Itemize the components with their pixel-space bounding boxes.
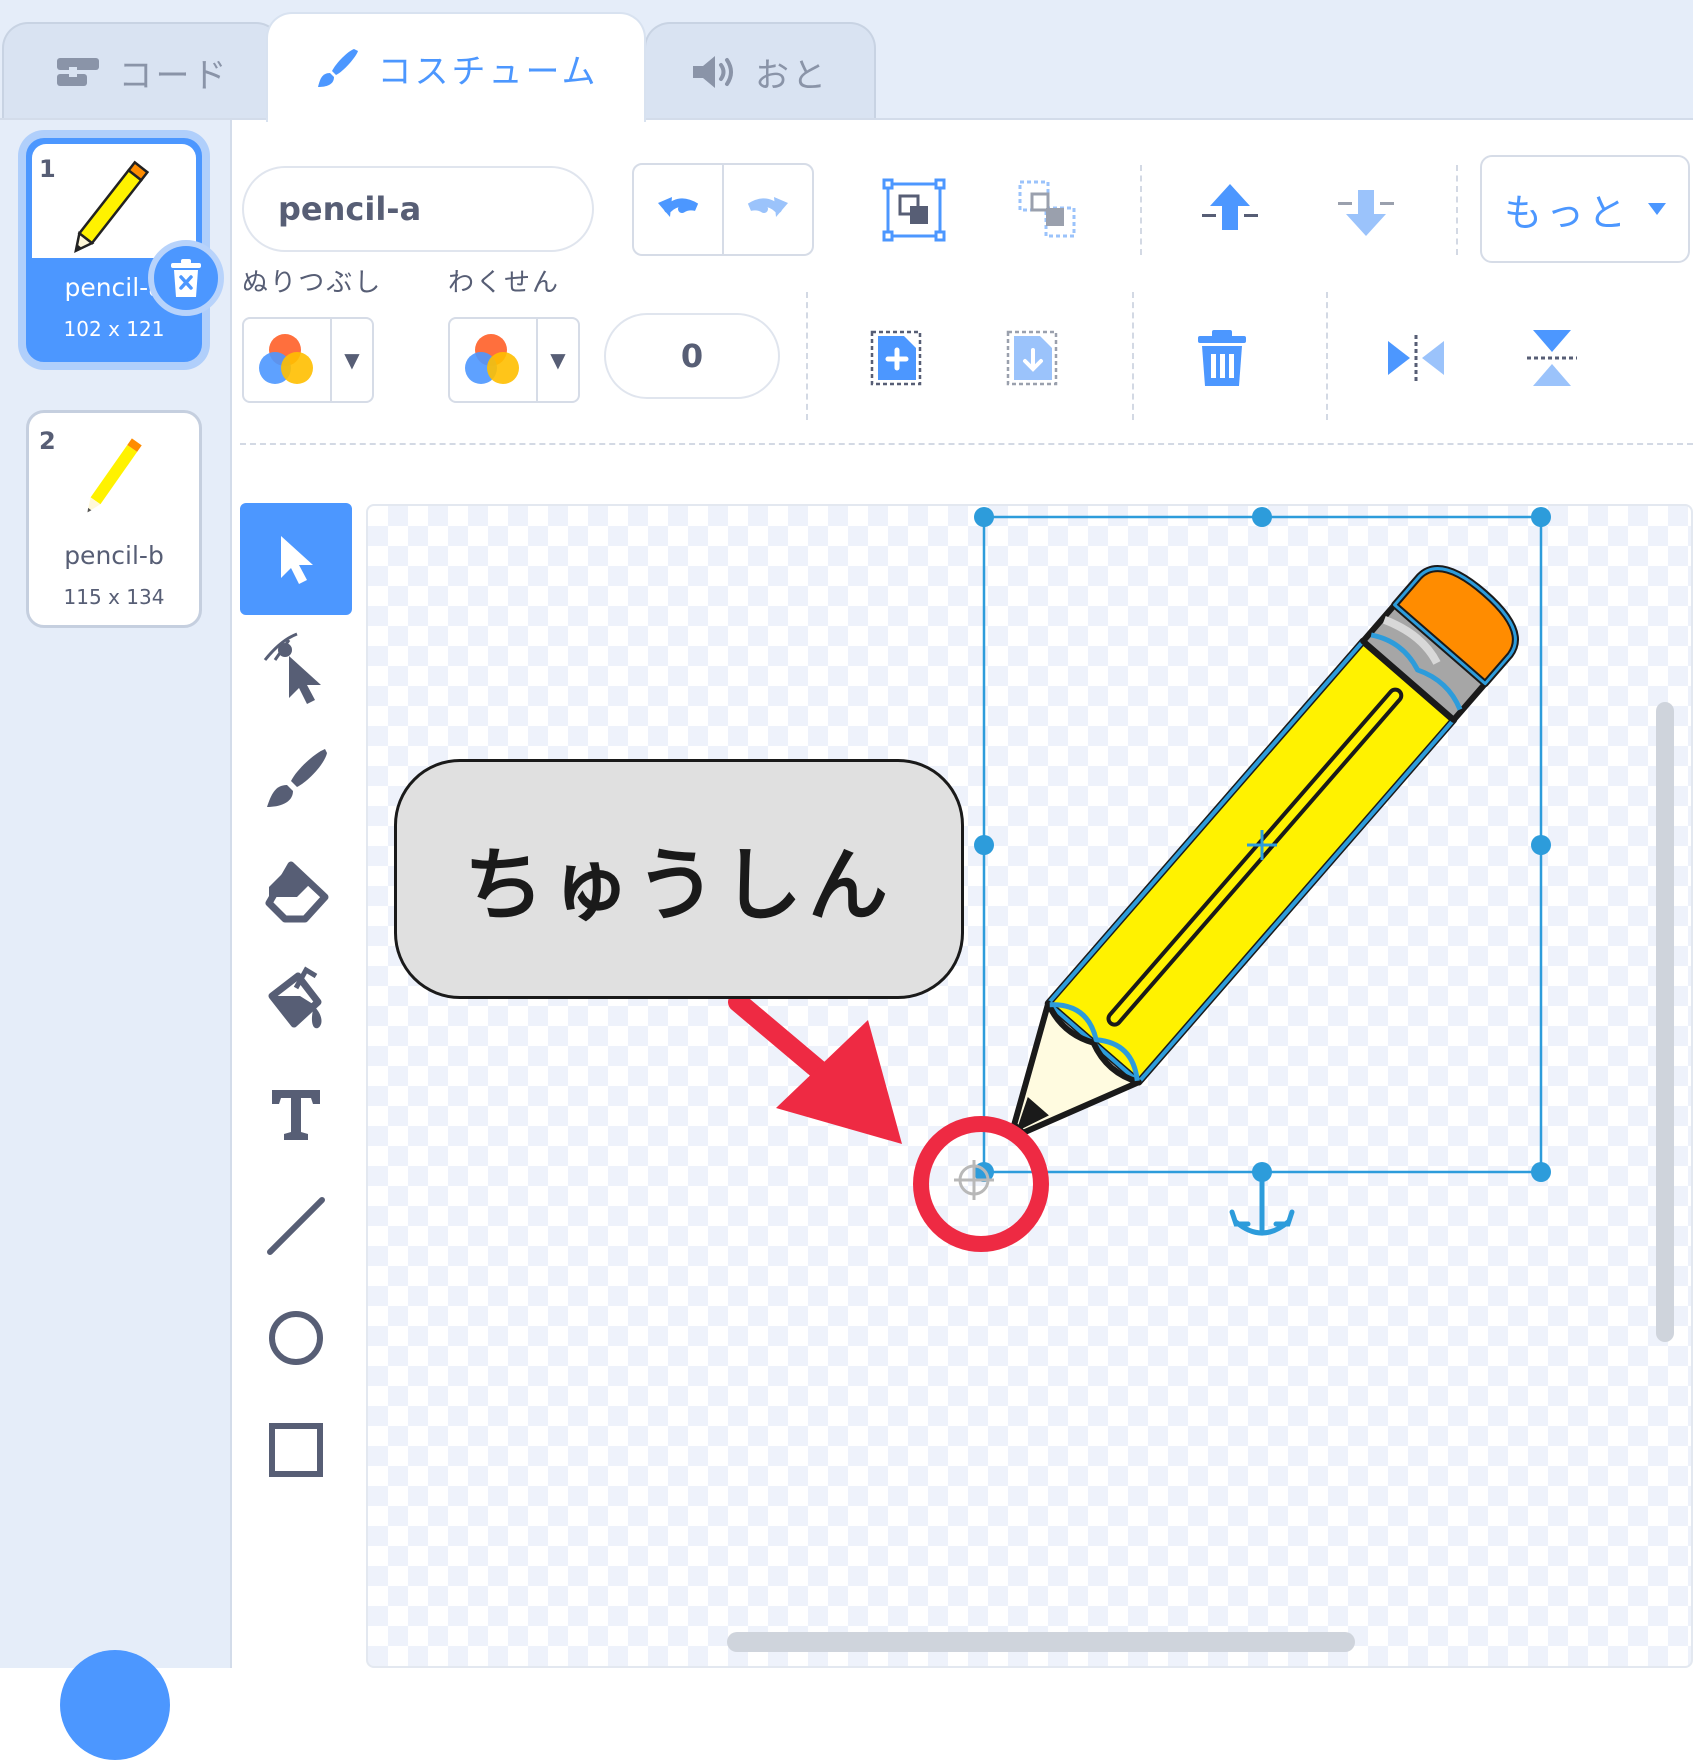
- costume-name-input[interactable]: pencil-a: [242, 166, 594, 252]
- toolbar-divider: [1140, 165, 1142, 255]
- text-icon: [272, 1090, 320, 1140]
- more-menu-button[interactable]: もっと: [1480, 155, 1690, 263]
- brush-icon: [267, 749, 327, 807]
- eraser-tool[interactable]: [240, 836, 352, 948]
- fill-icon: [268, 966, 322, 1029]
- trash-icon: [1198, 330, 1246, 386]
- drawing-canvas[interactable]: [366, 504, 1693, 1668]
- delete-button[interactable]: [1182, 318, 1262, 398]
- caret-down-icon: ▼: [550, 348, 566, 372]
- tab-code-label: コード: [118, 55, 230, 96]
- costume-size: 115 x 134: [63, 585, 165, 609]
- more-label: もっと: [1503, 190, 1630, 235]
- choose-costume-button[interactable]: [60, 1650, 170, 1760]
- flip-horizontal-button[interactable]: [1376, 318, 1456, 398]
- tab-code[interactable]: コード: [2, 22, 282, 120]
- undo-button[interactable]: [634, 165, 724, 254]
- tab-costume-label: コスチューム: [377, 51, 599, 92]
- outline-color-picker[interactable]: ▼: [448, 317, 580, 403]
- toolbar-divider: [806, 292, 808, 420]
- trash-icon: [171, 259, 201, 297]
- line-tool[interactable]: [240, 1170, 352, 1282]
- reshape-tool[interactable]: [240, 614, 352, 726]
- backward-button[interactable]: [1326, 170, 1406, 250]
- paste-icon: [1006, 330, 1058, 386]
- costume-name: pencil-b: [64, 541, 164, 570]
- fill-label: ぬりつぶし: [242, 268, 383, 298]
- horizontal-scrollbar[interactable]: [727, 1632, 1355, 1652]
- undo-icon: [658, 196, 699, 217]
- flip-horizontal-icon: [1388, 335, 1444, 381]
- text-tool[interactable]: [240, 1058, 352, 1170]
- costume-list: 1 pencil-a 102 x 121 2 pencil-b 115 x 13…: [0, 120, 232, 1760]
- circle-icon: [269, 1311, 323, 1365]
- circle-tool[interactable]: [240, 1282, 352, 1394]
- fill-color-picker[interactable]: ▼: [242, 317, 374, 403]
- toolbar-bottom-divider: [240, 443, 1693, 445]
- tab-sound-label: おと: [755, 55, 829, 96]
- toolbar-divider: [1456, 165, 1458, 255]
- eraser-icon: [265, 861, 329, 923]
- select-icon: [281, 536, 313, 584]
- arrow-down-icon: [1338, 190, 1394, 236]
- line-icon: [267, 1197, 325, 1255]
- undo-redo-group: [632, 163, 814, 256]
- tab-bar: コード コスチューム おと: [0, 0, 1693, 122]
- outline-width-input[interactable]: 0: [604, 313, 780, 399]
- costume-size: 102 x 121: [63, 317, 165, 341]
- group-button[interactable]: [874, 170, 954, 250]
- tab-costume[interactable]: コスチューム: [266, 12, 646, 122]
- copy-icon: [870, 330, 922, 386]
- toolbar-divider: [1326, 292, 1328, 420]
- reshape-icon: [263, 632, 321, 704]
- outline-color-swatch: [450, 319, 538, 401]
- mixed-color-icon: [259, 334, 313, 384]
- ungroup-icon: [1018, 180, 1076, 238]
- costume-number: 1: [39, 155, 56, 183]
- mixed-color-icon: [465, 334, 519, 384]
- chevron-down-icon: [1648, 203, 1666, 215]
- fill-tool[interactable]: [240, 946, 352, 1058]
- vertical-scrollbar[interactable]: [1656, 702, 1674, 1342]
- copy-button[interactable]: [858, 318, 938, 398]
- redo-icon: [747, 196, 788, 217]
- speaker-icon: [693, 56, 733, 88]
- redo-button[interactable]: [724, 165, 812, 254]
- fill-color-swatch: [244, 319, 332, 401]
- code-blocks-icon: [56, 58, 99, 86]
- flip-vertical-button[interactable]: [1512, 318, 1592, 398]
- toolbar-divider: [1132, 292, 1134, 420]
- paste-button[interactable]: [994, 318, 1074, 398]
- group-icon: [882, 178, 946, 242]
- caret-down-icon: ▼: [344, 348, 360, 372]
- center-callout: ちゅうしん: [394, 759, 964, 999]
- costume-item-2[interactable]: 2 pencil-b 115 x 134: [26, 410, 202, 628]
- forward-button[interactable]: [1190, 170, 1270, 250]
- select-tool[interactable]: [240, 503, 352, 615]
- costume-thumbnail: [32, 144, 196, 258]
- brush-tool[interactable]: [240, 724, 352, 836]
- arrow-up-icon: [1202, 184, 1258, 230]
- ungroup-button[interactable]: [1008, 170, 1088, 250]
- tab-sound[interactable]: おと: [644, 22, 876, 120]
- paintbrush-icon: [317, 49, 358, 87]
- costume-thumbnail: [87, 438, 142, 513]
- delete-costume-button[interactable]: [148, 240, 224, 316]
- flip-vertical-icon: [1527, 330, 1577, 386]
- rectangle-tool[interactable]: [240, 1394, 352, 1506]
- outline-label: わくせん: [448, 268, 561, 298]
- rectangle-icon: [269, 1423, 323, 1477]
